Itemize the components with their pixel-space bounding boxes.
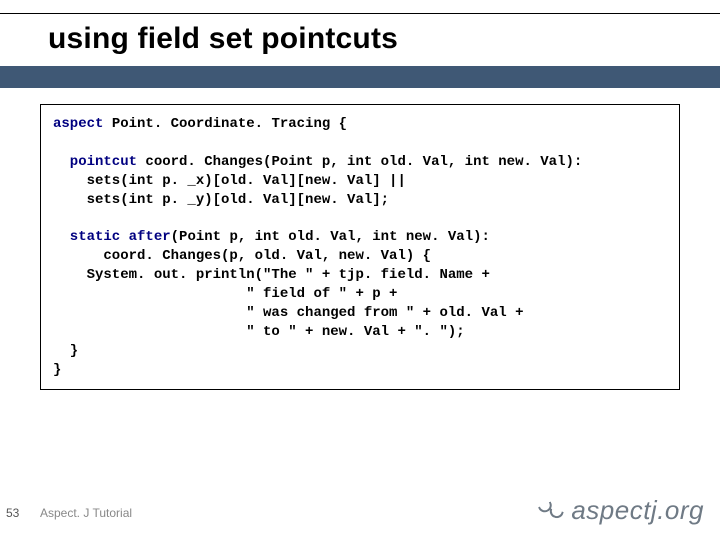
title-top-rule [0,0,720,14]
keyword-aspect: aspect [53,116,103,132]
code-text: " was changed from " + old. Val + [53,305,523,321]
title-accent-bar [0,66,720,88]
slide-title: using field set pointcuts [0,14,720,66]
code-text: " to " + new. Val + ". "); [53,324,465,340]
code-text: coord. Changes(p, old. Val, new. Val) { [53,248,431,264]
code-text: System. out. println("The " + tjp. field… [53,267,490,283]
page-number: 53 [6,506,19,520]
code-text: sets(int p. _x)[old. Val][new. Val] || [53,173,406,189]
keyword-after: after [120,229,170,245]
keyword-static: static [53,229,120,245]
code-text: Point. Coordinate. Tracing { [103,116,347,132]
code-block: aspect Point. Coordinate. Tracing { poin… [40,104,680,390]
code-text: sets(int p. _y)[old. Val][new. Val]; [53,192,389,208]
code-text: coord. Changes(Point p, int old. Val, in… [137,154,582,170]
slide: using field set pointcuts aspect Point. … [0,0,720,540]
code-text: } [53,362,61,378]
logo-icon [539,498,567,524]
logo-text: aspectj.org [571,495,704,526]
code-text: " field of " + p + [53,286,397,302]
logo: aspectj.org [539,495,704,526]
keyword-pointcut: pointcut [53,154,137,170]
code-text: } [53,343,78,359]
footer-label: Aspect. J Tutorial [40,506,132,520]
code-text: (Point p, int old. Val, int new. Val): [171,229,490,245]
title-area: using field set pointcuts [0,0,720,88]
